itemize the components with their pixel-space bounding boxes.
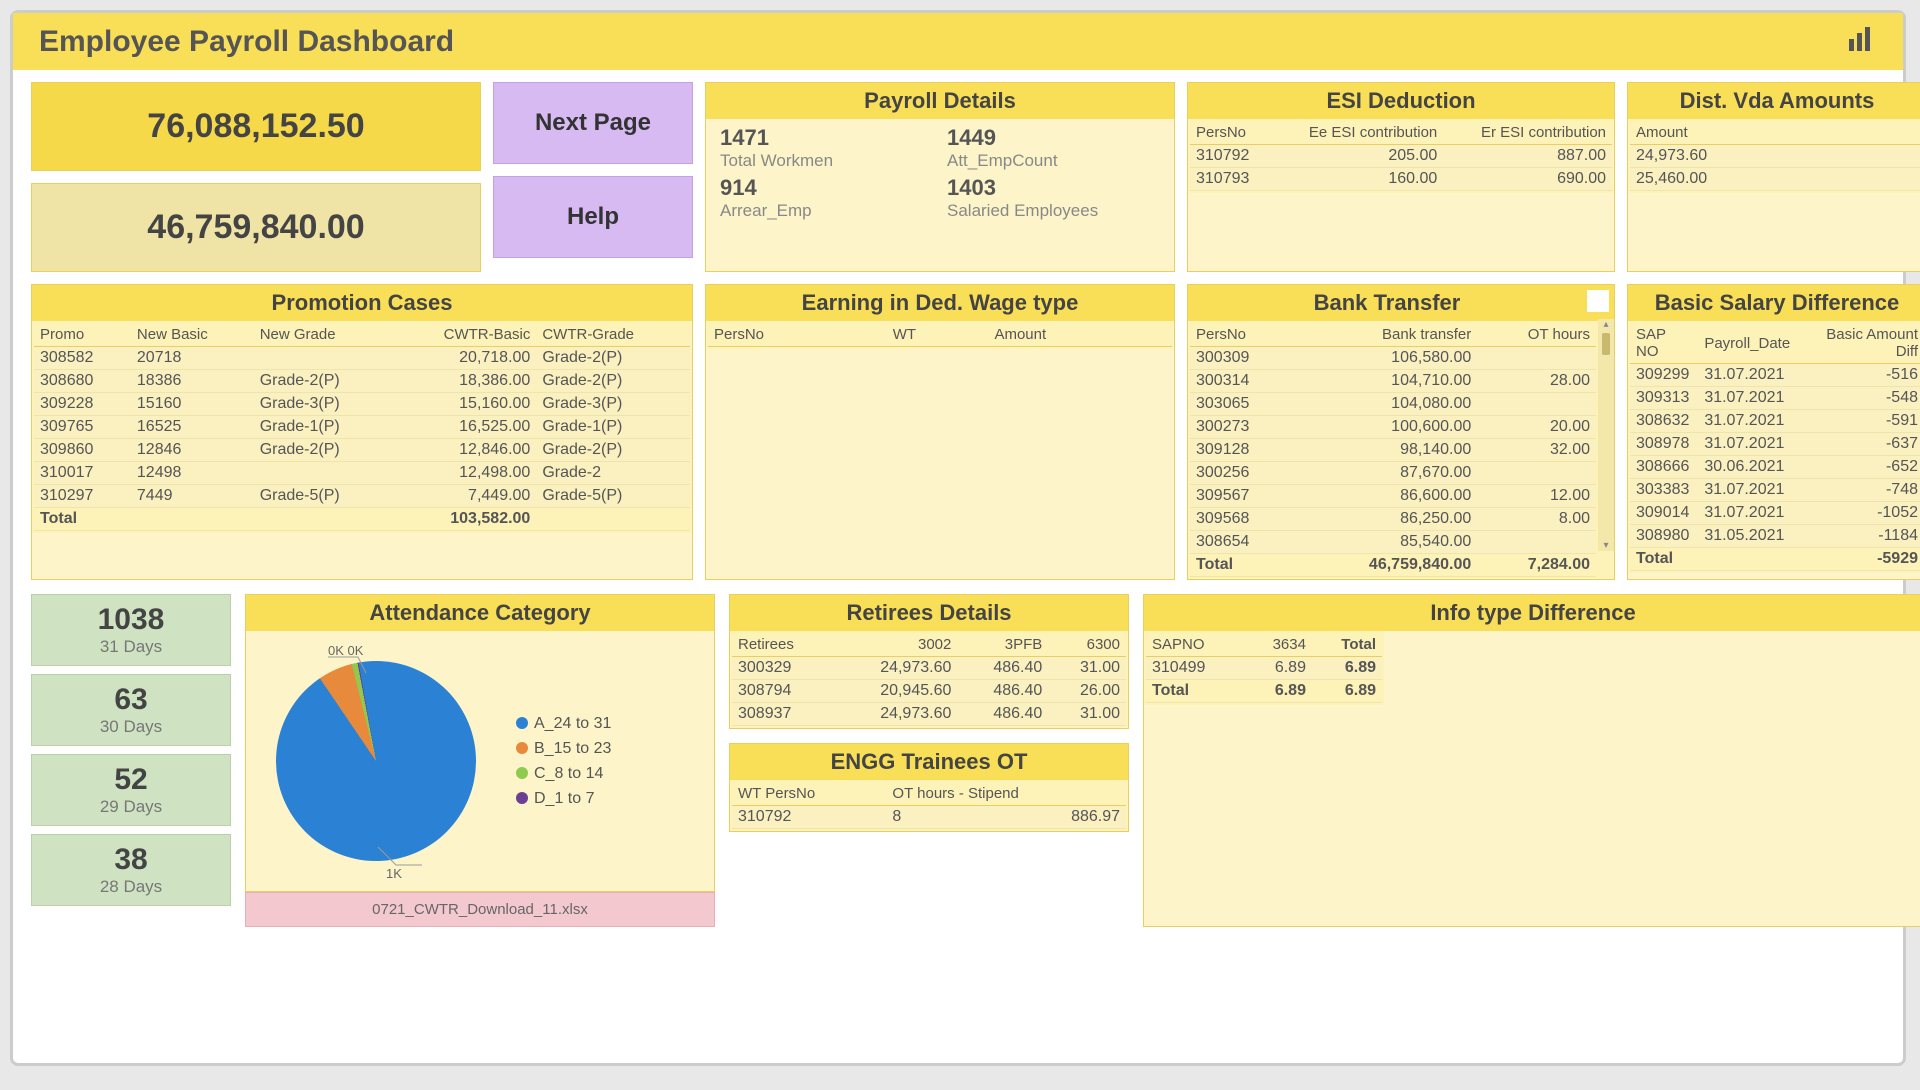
table-row: 303065104,080.00 [1190, 393, 1596, 416]
powerbi-icon [1845, 23, 1877, 60]
card-title: Attendance Category [246, 595, 714, 631]
card-title: ENGG Trainees OT [730, 744, 1128, 780]
table-row: 300314104,710.0028.00 [1190, 370, 1596, 393]
esi-card: ESI Deduction PersNoEe ESI contributionE… [1187, 82, 1615, 272]
card-title: Retirees Details [730, 595, 1128, 631]
table-row: 3107928886.97 [732, 806, 1126, 829]
days-column: 103831 Days 6330 Days 5229 Days 3828 Day… [31, 594, 231, 927]
card-title: Bank Transfer [1188, 285, 1614, 321]
table-row: 3100171249812,498.00Grade-2 [34, 462, 690, 485]
card-title: Promotion Cases [32, 285, 692, 321]
kpi-total-2: 46,759,840.00 [31, 183, 481, 272]
table-row: 30931331.07.2021-548 [1630, 387, 1920, 410]
card-title: ESI Deduction [1188, 83, 1614, 119]
table-row: 30976516525Grade-1(P)16,525.00Grade-1(P) [34, 416, 690, 439]
chevron-up-icon: ▴ [1598, 319, 1614, 330]
basic-diff-card: Basic Salary Difference SAP NOPayroll_Da… [1627, 284, 1920, 580]
card-title: Basic Salary Difference [1628, 285, 1920, 321]
card-title: Payroll Details [706, 83, 1174, 119]
attendance-pie-chart[interactable]: 0K 0K 1K [256, 641, 496, 881]
table-row: 30338331.07.2021-748 [1630, 479, 1920, 502]
legend-dot [516, 742, 528, 754]
bank-transfer-card: Bank Transfer PersNoBank transferOT hour… [1187, 284, 1615, 580]
table-row: 25,460.00 [1630, 168, 1920, 191]
table-row: 300273100,600.0020.00 [1190, 416, 1596, 439]
table-row: 310792205.00887.00 [1190, 145, 1612, 168]
legend-dot [516, 767, 528, 779]
table-row: 30898031.05.2021-1184 [1630, 525, 1920, 548]
card-title: Earning in Ded. Wage type [706, 285, 1174, 321]
card-title: Dist. Vda Amounts [1628, 83, 1920, 119]
legend-dot [516, 792, 528, 804]
info-diff-card: Info type Difference SAPNO3634Total 3104… [1143, 594, 1920, 927]
engg-table[interactable]: WT PersNoOT hours - Stipend 3107928886.9… [732, 782, 1126, 829]
bank-table[interactable]: PersNoBank transferOT hours 300309106,58… [1190, 323, 1596, 577]
engg-trainees-card: ENGG Trainees OT WT PersNoOT hours - Sti… [729, 743, 1129, 832]
file-label[interactable]: 0721_CWTR_Download_11.xlsx [245, 892, 715, 927]
table-row: 30922815160Grade-3(P)15,160.00Grade-3(P) [34, 393, 690, 416]
retirees-table[interactable]: Retirees30023PFB6300 30032924,973.60486.… [732, 633, 1126, 726]
table-row: 30956886,250.008.00 [1190, 508, 1596, 531]
table-row: 3085822071820,718.00Grade-2(P) [34, 347, 690, 370]
help-button[interactable]: Help [493, 176, 693, 258]
info-diff-table[interactable]: SAPNO3634Total 3104996.896.89 Total6.896… [1146, 633, 1382, 703]
table-row: 30866630.06.2021-652 [1630, 456, 1920, 479]
table-row: 24,973.60 [1630, 145, 1920, 168]
table-row: 3104996.896.89 [1146, 657, 1382, 680]
basic-diff-table[interactable]: SAP NOPayroll_DateBasic Amount Diff 3092… [1630, 323, 1920, 571]
day-tile-29[interactable]: 5229 Days [31, 754, 231, 826]
table-row: 30025687,670.00 [1190, 462, 1596, 485]
day-tile-28[interactable]: 3828 Days [31, 834, 231, 906]
table-row: 30901431.07.2021-1052 [1630, 502, 1920, 525]
table-row: 30863231.07.2021-591 [1630, 410, 1920, 433]
chart-legend: A_24 to 31 B_15 to 23 C_8 to 14 D_1 to 7 [516, 708, 611, 815]
promotion-card: Promotion Cases PromoNew BasicNew GradeC… [31, 284, 693, 580]
table-row: 30929931.07.2021-516 [1630, 364, 1920, 387]
header-bar: Employee Payroll Dashboard [13, 13, 1903, 70]
card-title: Info type Difference [1144, 595, 1920, 631]
esi-table[interactable]: PersNoEe ESI contributionEr ESI contribu… [1190, 121, 1612, 191]
earning-table[interactable]: PersNoWTAmount [708, 323, 1172, 347]
table-row: 30912898,140.0032.00 [1190, 439, 1596, 462]
table-row: 300309106,580.00 [1190, 347, 1596, 370]
scrollbar[interactable]: ▴▾ [1598, 319, 1614, 551]
kpi-total-1: 76,088,152.50 [31, 82, 481, 171]
promotion-table[interactable]: PromoNew BasicNew GradeCWTR-BasicCWTR-Gr… [34, 323, 690, 531]
payroll-details-card: Payroll Details 1471Total Workmen 1449At… [705, 82, 1175, 272]
attendance-card: Attendance Category 0K 0K 1K A_24 to 31 … [245, 594, 715, 927]
earning-card: Earning in Ded. Wage type PersNoWTAmount [705, 284, 1175, 580]
table-row: 30986012846Grade-2(P)12,846.00Grade-2(P) [34, 439, 690, 462]
table-row: 30865485,540.00 [1190, 531, 1596, 554]
table-row: 310793160.00690.00 [1190, 168, 1612, 191]
page-title: Employee Payroll Dashboard [39, 25, 454, 59]
table-row: 30879420,945.60486.4026.00 [732, 680, 1126, 703]
vda-table[interactable]: Amount 24,973.60 25,460.00 [1630, 121, 1920, 191]
chevron-down-icon: ▾ [1598, 540, 1614, 551]
day-tile-30[interactable]: 6330 Days [31, 674, 231, 746]
table-row: 3102977449Grade-5(P)7,449.00Grade-5(P) [34, 485, 690, 508]
table-row: 30956786,600.0012.00 [1190, 485, 1596, 508]
next-page-button[interactable]: Next Page [493, 82, 693, 164]
table-row: 30897831.07.2021-637 [1630, 433, 1920, 456]
table-row: 30032924,973.60486.4031.00 [732, 657, 1126, 680]
day-tile-31[interactable]: 103831 Days [31, 594, 231, 666]
bank-toggle-icon[interactable] [1587, 290, 1609, 312]
vda-card: Dist. Vda Amounts Amount 24,973.60 25,46… [1627, 82, 1920, 272]
table-row: 30868018386Grade-2(P)18,386.00Grade-2(P) [34, 370, 690, 393]
legend-dot [516, 717, 528, 729]
retirees-card: Retirees Details Retirees30023PFB6300 30… [729, 594, 1129, 729]
table-row: 30893724,973.60486.4031.00 [732, 703, 1126, 726]
